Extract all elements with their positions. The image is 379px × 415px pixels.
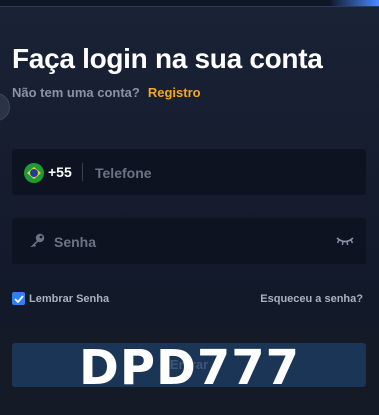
register-link[interactable]: Registro [148,85,201,100]
password-input[interactable] [52,218,336,266]
page-title: Faça login na sua conta [12,43,323,74]
remember-password-toggle[interactable]: Lembrar Senha [12,292,109,305]
forgot-password-link[interactable]: Esqueceu a senha? [260,293,363,305]
register-prompt-text: Não tem uma conta? [12,85,140,100]
field-divider [82,163,83,181]
country-code[interactable]: +55 [48,164,72,180]
top-bar [0,0,379,7]
login-button-label: Entrar [169,357,209,372]
remember-label: Lembrar Senha [29,292,110,305]
eye-closed-icon[interactable] [336,235,354,247]
login-button[interactable]: Entrar [12,343,366,387]
key-icon [30,233,45,247]
register-prompt: Não tem uma conta? Registro [12,85,201,100]
checkmark-icon [13,294,24,303]
brazil-flag-icon[interactable] [24,163,44,183]
phone-field: +55 [12,149,366,197]
remember-checkbox[interactable] [12,292,25,305]
phone-input[interactable] [93,149,357,197]
password-field [12,218,366,266]
side-handle[interactable] [0,93,10,121]
top-bar-glow [329,0,379,6]
